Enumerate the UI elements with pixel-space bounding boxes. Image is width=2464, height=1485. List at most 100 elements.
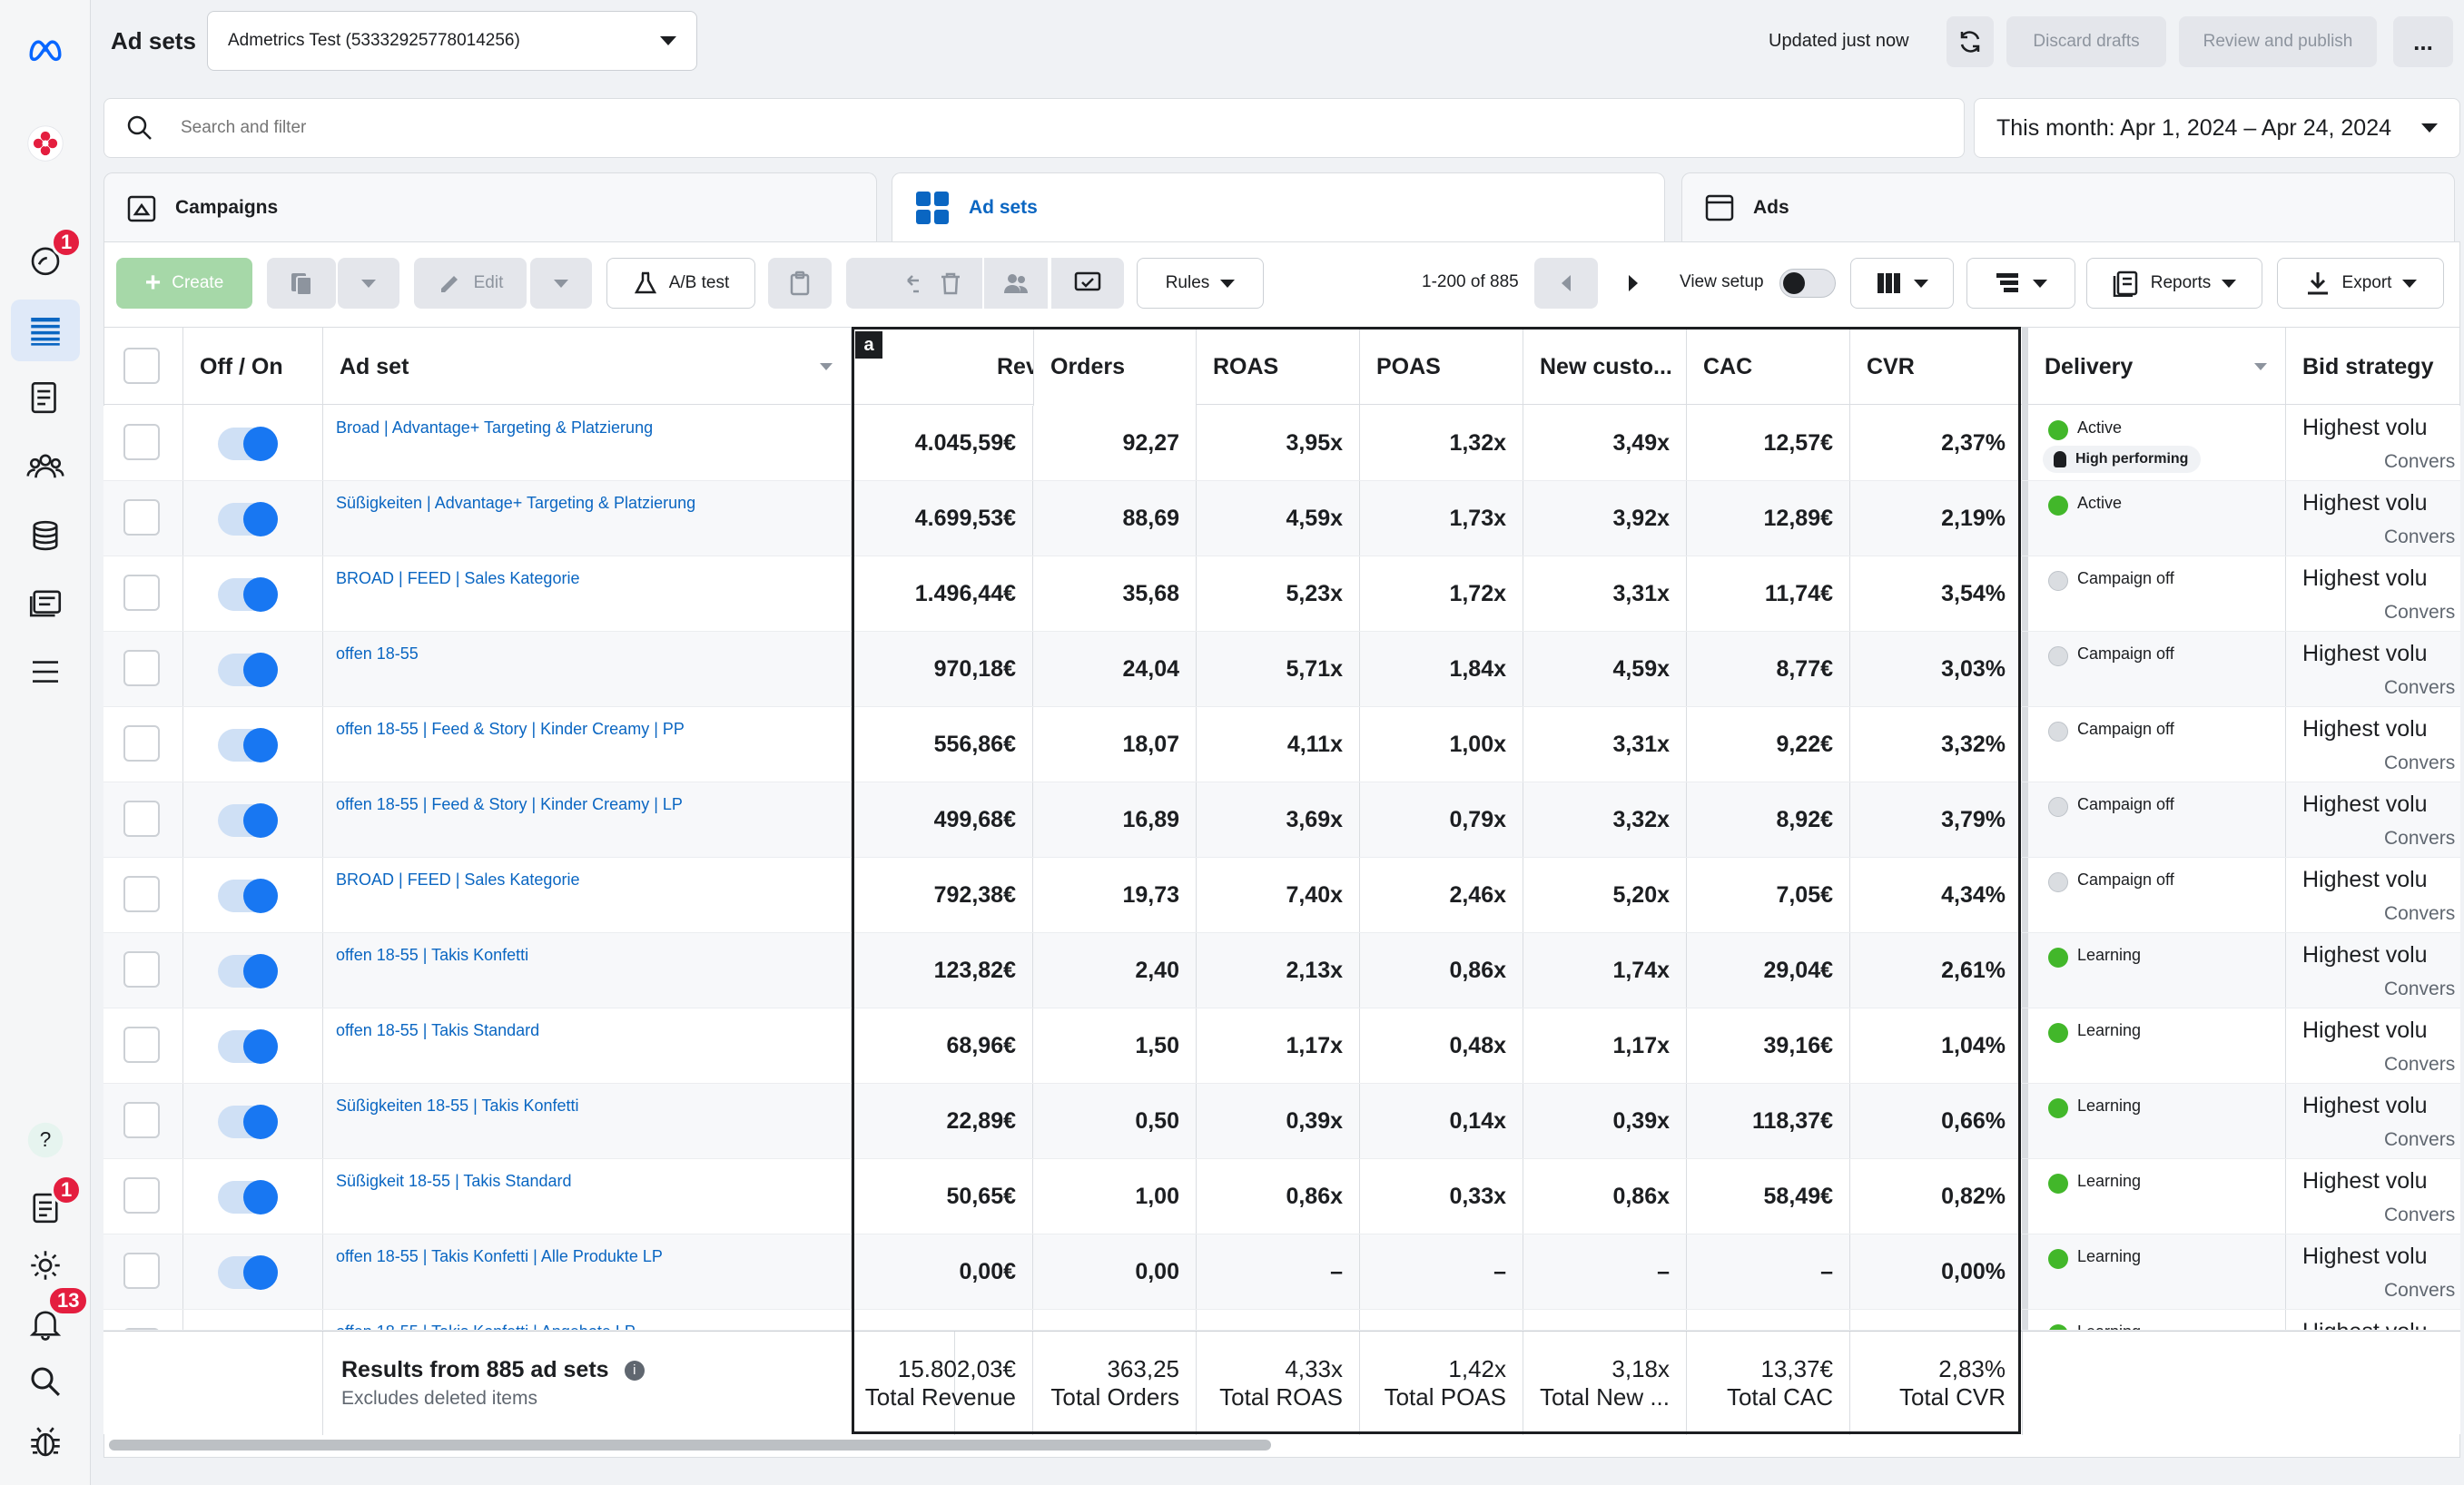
table-row[interactable]: Süßigkeiten | Advantage+ Targeting & Pla… — [103, 481, 2460, 556]
duplicate-menu-button[interactable] — [338, 258, 399, 309]
rules-button[interactable]: Rules — [1137, 258, 1264, 309]
tab-ads[interactable]: Ads — [1681, 172, 2455, 241]
date-range-picker[interactable]: This month: Apr 1, 2024 – Apr 24, 2024 — [1974, 98, 2460, 158]
row-checkbox[interactable] — [123, 499, 160, 536]
search-filter-bar[interactable] — [103, 98, 1965, 158]
export-button[interactable]: Export — [2277, 258, 2444, 309]
row-checkbox[interactable] — [123, 650, 160, 686]
breakdown-button[interactable] — [1966, 258, 2075, 309]
row-on-off-toggle[interactable] — [218, 1029, 278, 1064]
horizontal-scrollbar[interactable] — [109, 1440, 1271, 1451]
account-avatar-icon[interactable] — [11, 113, 80, 174]
meta-logo-icon[interactable] — [11, 18, 80, 80]
previous-page-button[interactable] — [1534, 258, 1598, 309]
row-on-off-toggle[interactable] — [218, 803, 278, 838]
row-on-off-toggle[interactable] — [218, 954, 278, 988]
ad-set-name-link[interactable]: BROAD | FEED | Sales Kategorie — [336, 569, 579, 588]
column-orders[interactable]: Orders — [1033, 328, 1197, 406]
ab-test-button[interactable]: A/B test — [606, 258, 755, 309]
ad-account-select[interactable]: Admetrics Test (53332925778014256) — [207, 11, 697, 71]
row-on-off-toggle[interactable] — [218, 653, 278, 687]
row-checkbox[interactable] — [123, 801, 160, 837]
ad-set-name-link[interactable]: offen 18-55 | Takis Konfetti | Angebote … — [336, 1323, 636, 1330]
edit-menu-button[interactable] — [530, 258, 592, 309]
search-input[interactable] — [181, 118, 1815, 138]
table-row[interactable]: offen 18-55 | Takis Konfetti | Alle Prod… — [103, 1234, 2460, 1310]
table-row[interactable]: Broad | Advantage+ Targeting & Platzieru… — [103, 406, 2460, 481]
row-checkbox[interactable] — [123, 951, 160, 988]
row-checkbox[interactable] — [123, 424, 160, 460]
discard-drafts-button[interactable]: Discard drafts — [2006, 16, 2166, 67]
overview-icon[interactable]: 1 — [11, 227, 83, 290]
table-row[interactable]: offen 18-55 970,18€ 24,04 5,71x 1,84x 4,59x 8,… — [103, 632, 2460, 707]
row-on-off-toggle[interactable] — [218, 728, 278, 762]
ads-library-icon[interactable] — [11, 572, 80, 634]
table-row[interactable]: BROAD | FEED | Sales Kategorie 1.496,44€ 3… — [103, 556, 2460, 632]
ad-set-name-link[interactable]: offen 18-55 | Feed & Story | Kinder Crea… — [336, 720, 685, 739]
column-off-on[interactable]: Off / On — [183, 328, 323, 406]
row-on-off-toggle[interactable] — [218, 1105, 278, 1139]
row-checkbox[interactable] — [123, 725, 160, 762]
table-row[interactable]: offen 18-55 | Feed & Story | Kinder Crea… — [103, 707, 2460, 782]
column-roas[interactable]: ROAS — [1197, 328, 1360, 406]
table-row[interactable]: offen 18-55 | Feed & Story | Kinder Crea… — [103, 782, 2460, 858]
ad-set-name-link[interactable]: Süßigkeiten 18-55 | Takis Konfetti — [336, 1097, 579, 1116]
delete-button[interactable] — [919, 258, 982, 309]
notifications-bell-icon[interactable]: 13 — [11, 1285, 90, 1354]
report-bug-icon[interactable] — [11, 1411, 80, 1472]
column-cvr[interactable]: CVR — [1850, 328, 2023, 406]
columns-button[interactable] — [1850, 258, 1954, 309]
row-checkbox[interactable] — [123, 575, 160, 611]
ad-set-name-link[interactable]: offen 18-55 | Takis Konfetti | Alle Prod… — [336, 1247, 663, 1266]
row-on-off-toggle[interactable] — [218, 879, 278, 913]
next-page-button[interactable] — [1602, 258, 1665, 309]
tab-campaigns[interactable]: Campaigns — [103, 172, 877, 241]
review-publish-button[interactable]: Review and publish — [2179, 16, 2377, 67]
news-icon[interactable]: 1 — [11, 1175, 83, 1238]
table-row[interactable]: Süßigkeit 18-55 | Takis Standard 50,65€ 1,… — [103, 1159, 2460, 1234]
preview-button[interactable] — [1051, 258, 1124, 309]
refresh-button[interactable] — [1947, 16, 1994, 67]
view-setup-toggle[interactable] — [1779, 269, 1836, 298]
reports-button[interactable]: Reports — [2086, 258, 2262, 309]
table-row[interactable]: offen 18-55 | Takis Standard 68,96€ 1,50 1,… — [103, 1008, 2460, 1084]
clipboard-button[interactable] — [768, 258, 832, 309]
row-on-off-toggle[interactable] — [218, 502, 278, 536]
ad-set-name-link[interactable]: Broad | Advantage+ Targeting & Platzieru… — [336, 418, 653, 438]
row-on-off-toggle[interactable] — [218, 577, 278, 612]
row-checkbox[interactable] — [123, 876, 160, 912]
ad-set-name-link[interactable]: offen 18-55 — [336, 644, 419, 664]
column-bid-strategy[interactable]: Bid strategy — [2286, 328, 2460, 406]
ad-set-name-link[interactable]: offen 18-55 | Takis Konfetti — [336, 946, 528, 965]
row-checkbox[interactable] — [123, 1177, 160, 1214]
ad-set-name-link[interactable]: offen 18-55 | Feed & Story | Kinder Crea… — [336, 795, 683, 814]
audience-button[interactable] — [984, 258, 1048, 309]
ads-manager-table-icon[interactable] — [11, 300, 80, 361]
info-icon[interactable]: i — [624, 1361, 645, 1382]
column-delivery[interactable]: Delivery — [2023, 328, 2286, 406]
audiences-icon[interactable] — [11, 436, 80, 497]
search-icon[interactable] — [11, 1351, 80, 1412]
edit-button[interactable]: Edit — [414, 258, 527, 309]
tab-ad-sets[interactable]: Ad sets — [892, 172, 1665, 241]
table-row[interactable]: offen 18-55 | Takis Konfetti | Angebote … — [103, 1310, 2460, 1331]
menu-icon[interactable] — [11, 641, 80, 703]
column-new-customers[interactable]: New custo... — [1523, 328, 1687, 406]
create-button[interactable]: + Create — [116, 258, 252, 309]
table-row[interactable]: BROAD | FEED | Sales Kategorie 792,38€ 19,… — [103, 858, 2460, 933]
column-ad-set[interactable]: Ad set — [323, 328, 852, 406]
select-all-checkbox[interactable] — [123, 348, 160, 384]
row-checkbox[interactable] — [123, 1253, 160, 1289]
duplicate-button[interactable] — [267, 258, 336, 309]
reports-icon[interactable] — [11, 367, 80, 428]
ad-set-name-link[interactable]: BROAD | FEED | Sales Kategorie — [336, 870, 579, 890]
row-checkbox[interactable] — [123, 1027, 160, 1063]
row-on-off-toggle[interactable] — [218, 1255, 278, 1290]
help-icon[interactable]: ? — [11, 1109, 80, 1171]
table-row[interactable]: offen 18-55 | Takis Konfetti 123,82€ 2,40 2… — [103, 933, 2460, 1008]
ad-set-name-link[interactable]: Süßigkeiten | Advantage+ Targeting & Pla… — [336, 494, 695, 513]
ad-set-name-link[interactable]: offen 18-55 | Takis Standard — [336, 1021, 539, 1040]
billing-icon[interactable] — [11, 505, 80, 566]
column-poas[interactable]: POAS — [1360, 328, 1523, 406]
column-cac[interactable]: CAC — [1687, 328, 1850, 406]
